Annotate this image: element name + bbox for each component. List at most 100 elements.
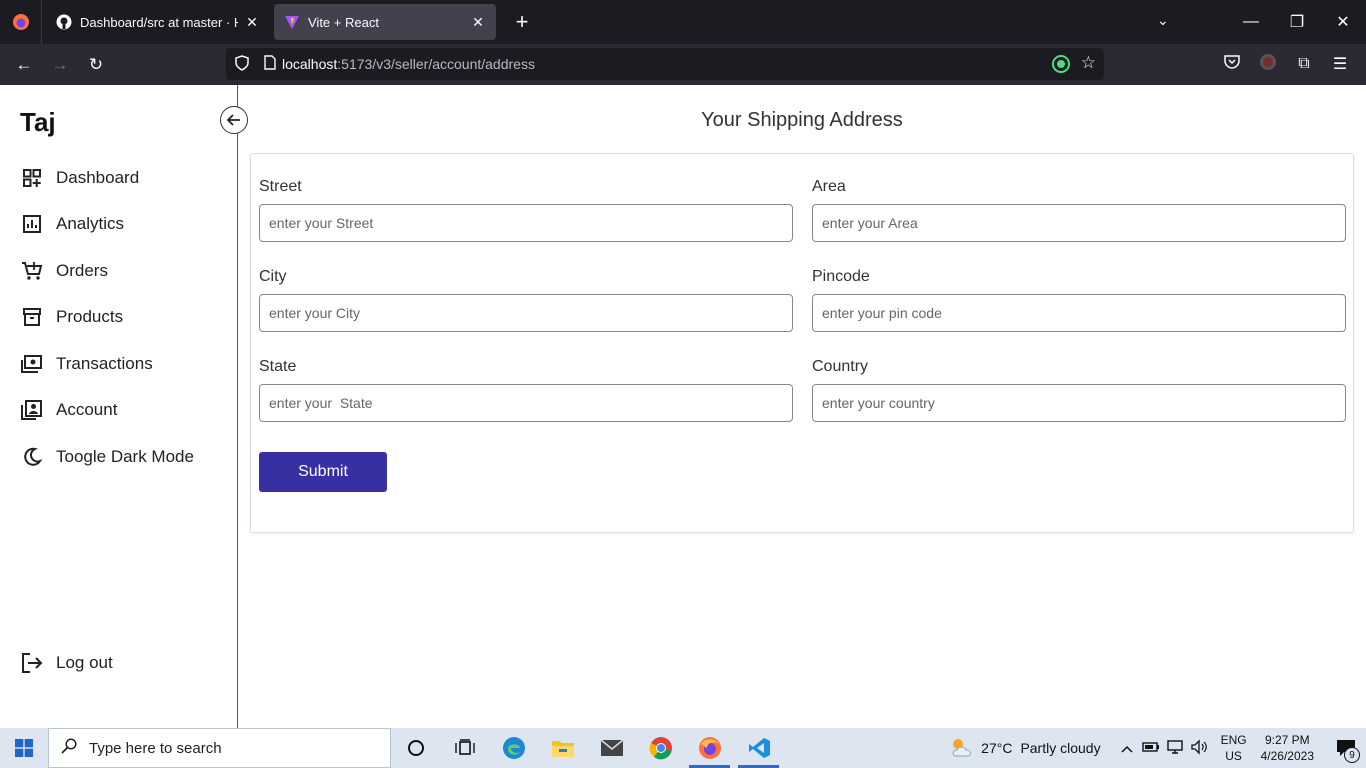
weather-icon[interactable]	[949, 736, 975, 761]
clock[interactable]: 9:27 PM 4/26/2023	[1261, 732, 1314, 764]
logout-button[interactable]: Log out	[20, 648, 113, 678]
tab-vite-react[interactable]: Vite + React ✕	[274, 4, 496, 40]
language-top: ENG	[1220, 733, 1247, 747]
bookmark-star-icon[interactable]: ☆	[1081, 53, 1096, 73]
app-page: Taj Dashboard Analytics Orders Products	[0, 85, 1366, 728]
reload-icon[interactable]: ↻	[78, 49, 114, 81]
search-placeholder: Type here to search	[89, 739, 222, 757]
page-icon	[258, 55, 282, 73]
url-path: :5173/v3/seller/account/address	[337, 56, 535, 72]
browser-tab-bar: Dashboard/src at master · Hayat ✕ Vite +…	[0, 0, 1366, 44]
edge-icon[interactable]	[489, 728, 538, 768]
country-label: Country	[812, 358, 869, 375]
vite-icon	[285, 16, 299, 29]
volume-icon[interactable]	[1187, 738, 1211, 758]
clock-time: 9:27 PM	[1264, 733, 1310, 747]
tab-github[interactable]: Dashboard/src at master · Hayat ✕	[46, 4, 270, 40]
city-input[interactable]	[259, 294, 793, 332]
street-label: Street	[259, 178, 302, 195]
back-icon[interactable]: ←	[6, 49, 42, 81]
language-indicator[interactable]: ENG US	[1221, 732, 1247, 764]
area-input[interactable]	[812, 204, 1346, 242]
search-icon	[49, 737, 89, 759]
state-field: State	[259, 356, 793, 422]
firefox-view-button[interactable]	[0, 0, 42, 44]
sidebar-item-label: Transactions	[56, 354, 153, 373]
money-icon	[20, 352, 44, 376]
restore-icon[interactable]: ❐	[1274, 12, 1320, 32]
tab-title: Vite + React	[308, 14, 379, 30]
sidebar-item-dashboard[interactable]: Dashboard	[20, 163, 139, 193]
archive-icon	[20, 305, 44, 329]
sidebar-item-label: Dashboard	[56, 168, 140, 187]
forward-icon[interactable]: →	[42, 49, 78, 81]
extensions-icon[interactable]: ⧉	[1286, 55, 1322, 73]
arrow-left-icon	[227, 114, 240, 126]
toolbar-buttons: ⧉ ☰	[1214, 48, 1358, 80]
shield-icon[interactable]	[226, 54, 258, 74]
system-tray: 27°C Partly cloudy ENG US 9:27 PM 4/26/2…	[949, 728, 1366, 768]
dashboard-icon	[20, 166, 44, 190]
sidebar: Taj Dashboard Analytics Orders Products	[0, 85, 238, 728]
tab-title: Dashboard/src at master · Hayat	[80, 14, 238, 30]
sidebar-item-transactions[interactable]: Transactions	[20, 349, 153, 379]
sidebar-item-products[interactable]: Products	[20, 302, 123, 332]
cortana-icon[interactable]	[391, 728, 440, 768]
url-bar[interactable]: localhost:5173/v3/seller/account/address…	[226, 48, 1104, 80]
github-icon	[56, 14, 72, 30]
clock-date: 4/26/2023	[1260, 749, 1314, 763]
state-input[interactable]	[259, 384, 793, 422]
sidebar-item-account[interactable]: Account	[20, 395, 117, 425]
analytics-icon	[20, 212, 44, 236]
main-content: Your Shipping Address Street Area City P…	[238, 85, 1366, 728]
menu-icon[interactable]: ☰	[1322, 54, 1358, 74]
list-all-tabs-icon[interactable]: ⌄	[1157, 12, 1169, 29]
extension-target-icon[interactable]	[1052, 55, 1070, 76]
mail-icon[interactable]	[587, 728, 636, 768]
close-window-icon[interactable]: ✕	[1320, 12, 1366, 32]
browser-nav-bar: ← → ↻ localhost:5173/v3/seller/account/a…	[0, 44, 1366, 85]
street-input[interactable]	[259, 204, 793, 242]
sidebar-item-label: Account	[56, 400, 118, 419]
logout-label: Log out	[56, 653, 113, 672]
notification-count-badge: 9	[1344, 747, 1360, 763]
pincode-input[interactable]	[812, 294, 1346, 332]
file-explorer-icon[interactable]	[538, 728, 587, 768]
close-tab-icon[interactable]: ✕	[244, 14, 260, 31]
firefox-icon	[12, 14, 29, 30]
country-field: Country	[812, 356, 1346, 422]
sidebar-item-dark-mode[interactable]: Toogle Dark Mode	[20, 442, 194, 472]
chevron-up-icon[interactable]	[1115, 741, 1139, 756]
sidebar-item-orders[interactable]: Orders	[20, 256, 108, 286]
sidebar-item-analytics[interactable]: Analytics	[20, 209, 124, 239]
notification-center-icon[interactable]: 9	[1326, 728, 1366, 768]
pincode-label: Pincode	[812, 268, 870, 285]
taskbar-search[interactable]: Type here to search	[48, 728, 391, 768]
chrome-icon[interactable]	[636, 728, 685, 768]
page-title: Your Shipping Address	[701, 109, 903, 131]
sidebar-item-label: Toogle Dark Mode	[56, 447, 194, 466]
country-input[interactable]	[812, 384, 1346, 422]
account-box-icon	[20, 398, 44, 422]
pincode-field: Pincode	[812, 266, 1346, 332]
pocket-icon[interactable]	[1214, 54, 1250, 74]
close-tab-icon[interactable]: ✕	[470, 14, 486, 31]
network-icon[interactable]	[1163, 739, 1187, 758]
firefox-taskbar-icon[interactable]	[685, 728, 734, 768]
sidebar-item-label: Analytics	[56, 214, 125, 233]
sidebar-item-label: Orders	[56, 261, 108, 280]
minimize-icon[interactable]: —	[1228, 13, 1274, 31]
window-controls: — ❐ ✕	[1228, 0, 1366, 44]
weather-text[interactable]: Partly cloudy	[1020, 740, 1100, 756]
vscode-icon[interactable]	[734, 728, 783, 768]
submit-button[interactable]: Submit	[259, 452, 387, 492]
logout-icon	[20, 651, 44, 675]
task-view-icon[interactable]	[440, 728, 489, 768]
collapse-sidebar-button[interactable]	[220, 106, 248, 134]
account-avatar-icon[interactable]	[1250, 53, 1286, 76]
start-button[interactable]	[0, 728, 48, 768]
new-tab-button[interactable]: +	[504, 11, 540, 33]
battery-icon[interactable]	[1139, 741, 1163, 756]
moon-icon	[20, 445, 44, 469]
weather-temp[interactable]: 27°C	[981, 740, 1012, 756]
